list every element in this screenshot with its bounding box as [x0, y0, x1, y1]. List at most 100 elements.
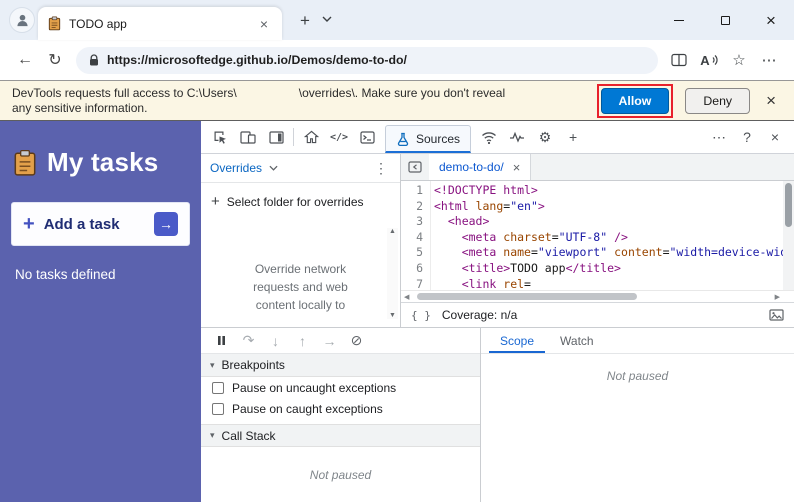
file-tab-close-button[interactable]: × [513, 161, 521, 174]
favorites-star-button[interactable]: ☆ [724, 45, 754, 75]
debugger-pane: ↷ ↓ ↑ → ⊘ ▾ Breakpoints Pause on uncaugh… [201, 328, 481, 502]
scroll-down-icon[interactable]: ▼ [389, 312, 396, 319]
step-into-button[interactable]: ↓ [262, 329, 289, 353]
infobar-message: DevTools requests full access to C:\User… [12, 86, 505, 116]
pause-caught-checkbox[interactable] [212, 402, 224, 415]
window-close-button[interactable]: × [748, 0, 794, 40]
add-task-label: Add a task [43, 215, 120, 233]
elements-tool-button[interactable]: </> [325, 124, 353, 150]
toolbar-right-group: ⋯ ? × [705, 124, 789, 150]
profile-avatar[interactable] [9, 7, 35, 33]
file-tab-label: demo-to-do/ [439, 160, 504, 174]
toggle-navigator-icon[interactable] [401, 154, 429, 180]
pause-script-button[interactable] [208, 329, 235, 353]
editor-pane: demo-to-do/ × 1234567 <!DOCTYPE html> <ht… [401, 154, 794, 327]
maximize-button[interactable] [702, 0, 748, 40]
device-emulation-button[interactable] [234, 124, 262, 150]
inspect-element-button[interactable] [206, 124, 234, 150]
maximize-icon [720, 15, 730, 25]
navigator-scrollbar[interactable]: ▲ ▼ [387, 228, 398, 319]
devtools-access-infobar: DevTools requests full access to C:\User… [0, 80, 794, 121]
close-devtools-button[interactable]: × [761, 124, 789, 150]
console-tool-button[interactable] [353, 124, 381, 150]
url-field[interactable]: https://microsoftedge.github.io/Demos/de… [76, 46, 658, 74]
split-screen-button[interactable] [664, 45, 694, 75]
sources-tab[interactable]: Sources [385, 125, 472, 153]
editor-horizontal-scrollbar[interactable]: ◀ ▶ [401, 290, 794, 302]
description-line: content locally to [255, 298, 346, 312]
tab-close-button[interactable]: × [256, 15, 272, 33]
main-content: My tasks + Add a task → No tasks defined [0, 121, 794, 502]
settings-gear-button[interactable]: ⚙ [531, 124, 559, 150]
breakpoints-label: Breakpoints [221, 358, 285, 372]
plus-icon: + [23, 213, 35, 235]
devtools-toolbar: </> Sources ⚙ + ⋯ ? × [201, 121, 794, 154]
debugger-paused-status: Not paused [309, 467, 372, 482]
code-editor[interactable]: 1234567 <!DOCTYPE html> <html lang="en"> … [401, 181, 794, 290]
breakpoints-section-header[interactable]: ▾ Breakpoints [201, 354, 480, 377]
editor-gutter: 1234567 [401, 181, 431, 290]
infobar-message-line1-before: DevTools requests full access to C:\User… [12, 85, 237, 100]
read-aloud-letter: A [700, 52, 710, 68]
chevron-down-icon [269, 165, 278, 171]
step-button[interactable]: → [316, 329, 343, 353]
description-line: Override network [254, 262, 347, 276]
read-aloud-button[interactable]: A [694, 45, 724, 75]
navigator-dropdown[interactable]: Overrides [210, 161, 278, 175]
browser-menu-button[interactable]: ⋯ [754, 45, 784, 75]
back-button[interactable]: ← [10, 45, 40, 75]
network-tool-button[interactable] [475, 124, 503, 150]
deactivate-breakpoints-button[interactable]: ⊘ [343, 329, 370, 353]
picture-icon[interactable] [769, 309, 784, 321]
performance-tool-button[interactable] [503, 124, 531, 150]
deny-button[interactable]: Deny [685, 87, 751, 114]
submit-task-arrow-button[interactable]: → [154, 212, 178, 236]
add-tool-button[interactable]: + [559, 124, 587, 150]
add-task-button[interactable]: + Add a task → [11, 202, 190, 246]
minimize-button[interactable] [656, 0, 702, 40]
plus-icon: + [211, 193, 220, 210]
editor-code-lines: <!DOCTYPE html> <html lang="en"> <head> <… [434, 183, 794, 290]
scope-tab-strip: Scope Watch [481, 328, 794, 354]
checkbox-label: Pause on caught exceptions [232, 401, 383, 416]
help-button[interactable]: ? [733, 124, 761, 150]
description-line: requests and web [253, 280, 348, 294]
call-stack-section-header[interactable]: ▾ Call Stack [201, 424, 480, 447]
infobar-close-button[interactable]: × [766, 92, 776, 109]
scope-watch-pane: Scope Watch Not paused [481, 328, 794, 502]
devtools-panel: </> Sources ⚙ + ⋯ ? × Overrides ⋮ + Sele… [201, 121, 794, 502]
call-stack-label: Call Stack [221, 428, 276, 443]
navigator-menu-kebab-icon[interactable]: ⋮ [371, 160, 391, 177]
select-folder-button[interactable]: + Select folder for overrides [201, 183, 400, 220]
window-controls: × [656, 0, 794, 40]
step-over-button[interactable]: ↷ [235, 329, 262, 353]
scroll-right-icon[interactable]: ▶ [775, 293, 780, 301]
file-tab[interactable]: demo-to-do/ × [429, 154, 532, 180]
dock-side-button[interactable] [262, 124, 290, 150]
tab-watch[interactable]: Watch [549, 328, 605, 353]
coverage-status: Coverage: n/a [441, 308, 518, 322]
tab-title: TODO app [69, 16, 127, 31]
refresh-button[interactable]: ↻ [40, 45, 70, 75]
new-tab-button[interactable]: + [294, 9, 316, 33]
scrollbar-thumb[interactable] [417, 293, 638, 300]
allow-button[interactable]: Allow [600, 87, 670, 114]
elements-icon: </> [329, 131, 349, 143]
browser-tab[interactable]: TODO app × [38, 7, 282, 40]
welcome-home-button[interactable] [297, 124, 325, 150]
beaker-icon [396, 132, 410, 146]
scroll-up-icon[interactable]: ▲ [389, 228, 396, 235]
editor-vertical-scrollbar[interactable] [783, 181, 794, 290]
pretty-print-button[interactable]: { } [411, 309, 431, 322]
tab-scope[interactable]: Scope [489, 328, 545, 353]
allow-highlight-annotation: Allow [596, 83, 674, 118]
scrollbar-thumb[interactable] [785, 183, 792, 227]
pause-uncaught-checkbox[interactable] [212, 381, 224, 394]
infobar-message-line1-after: \overrides\. Make sure you don't reveal [298, 85, 506, 100]
todo-app-page: My tasks + Add a task → No tasks defined [0, 121, 201, 502]
more-options-button[interactable]: ⋯ [705, 124, 733, 150]
minimize-icon [674, 19, 684, 21]
scroll-left-icon[interactable]: ◀ [404, 293, 409, 301]
tab-search-chevron-icon[interactable] [322, 16, 332, 22]
step-out-button[interactable]: ↑ [289, 329, 316, 353]
